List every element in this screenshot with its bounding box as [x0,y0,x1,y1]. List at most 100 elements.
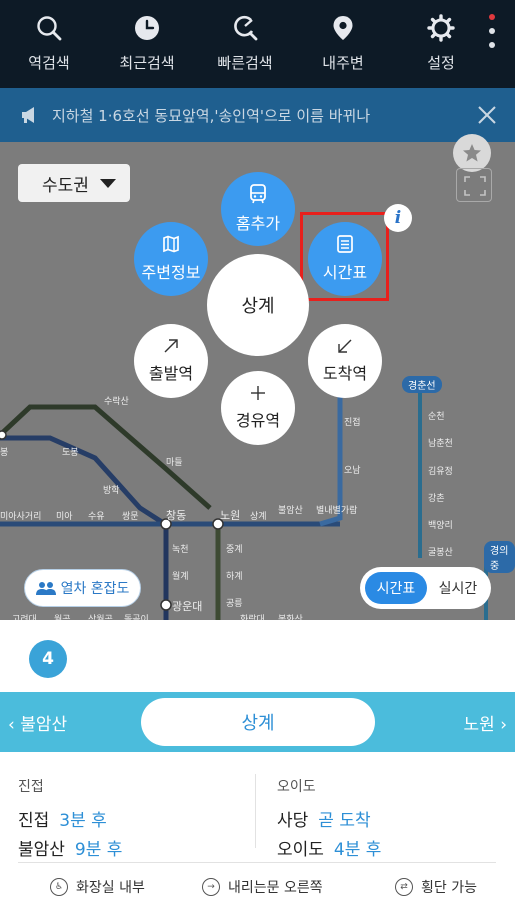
expand-map-button[interactable] [456,168,492,202]
line-tag: 경춘선 [402,376,442,393]
station-label: 별내별가람 [316,506,358,516]
station-label: 돌곶이 [124,615,149,620]
star-icon [463,144,481,162]
top-navigation: 역검색 최근검색 빠른검색 내주변 설정 [0,0,515,88]
nav-nearby[interactable]: 내주변 [294,0,392,88]
arrival-time: 4분 후 [333,840,382,860]
add-home-button[interactable]: 홈추가 [221,172,295,246]
direction-name: 오이도 [277,779,316,795]
station-label: 도봉 [62,448,79,458]
current-station-label: 상계 [241,713,275,734]
megaphone-icon [22,107,34,123]
station-label: 광운대 [172,600,203,613]
arrival-button[interactable]: 도착역 [308,324,382,398]
divider [255,774,256,848]
facility-label: 화장실 내부 [76,880,145,896]
station-label: 방학 [103,486,120,496]
nearby-info-button[interactable]: 주변정보 [134,222,208,296]
station-label: 봉 [0,448,9,458]
people-icon [35,582,56,595]
station-label: 공릉 [226,599,243,609]
direction-oido: 오이도 사당 곧 도착 오이도 4분 후 [277,776,381,860]
facility-door: → 내리는문 오른쪽 [202,877,323,897]
nav-quick-search[interactable]: 빠른검색 [196,0,294,88]
departure-button[interactable]: 출발역 [134,324,208,398]
via-button[interactable]: 경유역 [221,371,295,445]
expand-icon [464,176,486,196]
toggle-realtime[interactable]: 실시간 [430,572,486,604]
facility-crossing: ⇄ 횡단 가능 [395,877,477,897]
region-select-value: 수도권 [42,175,89,196]
arrival-time: 9분 후 [74,840,123,860]
arrival-time: 곧 도착 [318,811,371,831]
door-right-icon: → [202,878,220,896]
train-crowd-button[interactable]: 열차 혼잡도 [24,569,141,607]
station-label: 쌍문 [122,512,139,522]
map-icon [163,235,179,253]
gear-icon [427,14,455,42]
arrival-station: 진접 [18,811,50,831]
restroom-icon: ♿ [50,878,68,896]
arrival-station: 사당 [277,811,309,831]
kebab-menu-icon[interactable] [484,14,500,54]
prev-station-label: 불암산 [20,715,68,735]
arrival-station: 오이도 [277,840,324,860]
divider [18,862,496,863]
station-label: 월계 [172,572,189,582]
bus-icon [250,184,266,204]
notice-text: 지하철 1·6호선 동묘앞역,'송인역'으로 이름 바뀌나 [52,106,371,125]
next-station-label: 노원 [463,715,495,735]
arrival-label: 도착역 [322,364,368,383]
favorite-button[interactable] [453,134,491,172]
station-label: 불암산 [278,506,303,516]
menu-dot [489,28,495,34]
notice-banner[interactable]: 지하철 1·6호선 동묘앞역,'송인역'으로 이름 바뀌나 [0,88,515,142]
nav-label: 빠른검색 [217,54,273,72]
location-pin-icon [333,16,353,40]
arrow-down-left-icon [338,339,352,353]
arrival-row: 사당 곧 도착 [277,806,381,831]
station-label: 김유정 [428,467,453,477]
notification-dot [489,14,495,20]
line-tag: 경의중 [484,541,515,573]
info-icon[interactable]: i [384,204,412,232]
station-label: 굴봉산 [428,548,453,558]
search-icon [37,16,62,41]
subway-map[interactable]: 수락산 도봉 마들 방학 진접 오남 별내별가람 불암산 상계 노원 창동 쌍문… [0,88,515,620]
schedule-mode-toggle: 시간표 실시간 [360,567,491,609]
toggle-timetable[interactable]: 시간표 [365,572,427,604]
arrival-station: 불암산 [18,840,65,860]
nav-label: 내주변 [322,54,364,72]
caret-down-icon [100,179,116,188]
direction-name: 진접 [18,779,44,795]
departure-label: 출발역 [148,364,194,383]
nav-recent-search[interactable]: 최근검색 [98,0,196,88]
via-label: 경유역 [235,411,281,430]
nav-station-search[interactable]: 역검색 [0,0,98,88]
station-label: 남춘천 [428,439,453,449]
facility-label: 횡단 가능 [421,880,477,896]
station-label: 녹천 [172,545,189,555]
arrival-row: 진접 3분 후 [18,806,122,831]
station-label: 수유 [88,512,105,522]
arrival-row: 불암산 9분 후 [18,835,122,860]
station-info-sheet: 4 ‹ 불암산 상계 노원 › 진접 진접 3분 후 불암산 9분 후 오이도 사당… [0,620,515,907]
plus-icon [251,386,265,400]
menu-dot [489,42,495,48]
station-label: 노원 [220,509,241,522]
station-label: 백양리 [428,521,453,531]
clock-icon [135,16,159,40]
nav-settings[interactable]: 설정 [392,0,490,88]
next-station-button[interactable]: 노원 › [464,710,507,735]
line-number-badge: 4 [29,640,67,678]
nav-label: 설정 [427,54,455,72]
station-label: 봉화산 [278,615,303,620]
arrow-up-right-icon [164,339,178,353]
facility-label: 내리는문 오른쪽 [228,880,323,896]
prev-station-button[interactable]: ‹ 불암산 [8,710,67,735]
close-icon[interactable] [477,105,497,125]
station-label: 창동 [166,509,187,522]
region-select[interactable]: 수도권 [18,164,130,202]
station-label: 상월곡 [88,615,113,620]
selected-station[interactable]: 상계 [207,254,309,356]
